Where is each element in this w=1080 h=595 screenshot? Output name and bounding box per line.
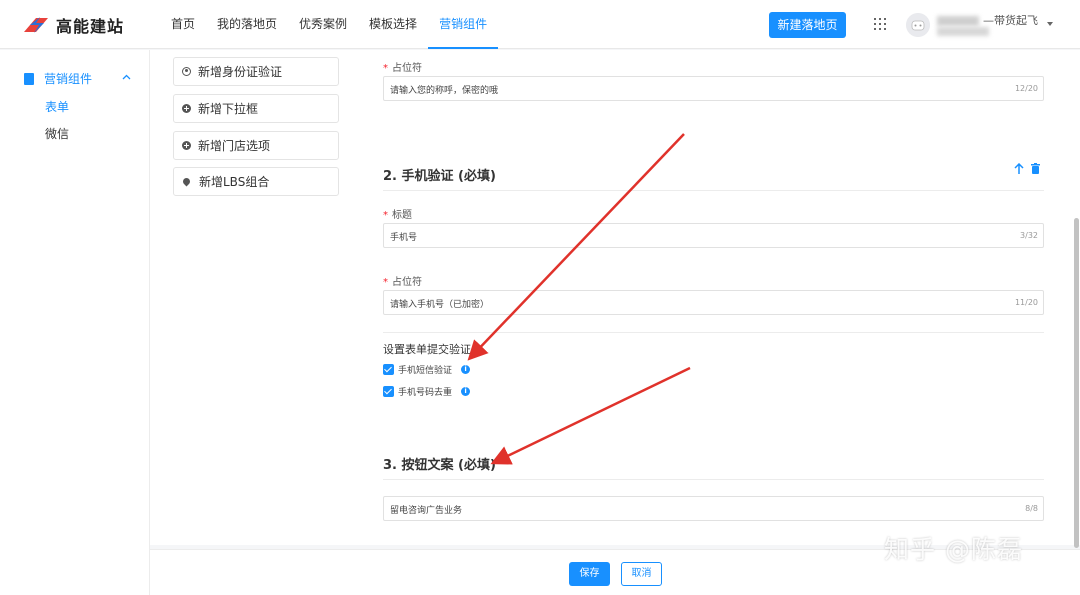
section-title-button-text: 3. 按钮文案 (必填) [383, 458, 496, 473]
char-count: 12/20 [1014, 84, 1038, 93]
required-mark: * [383, 277, 388, 288]
required-mark: * [383, 210, 388, 221]
checkbox-label: 手机短信验证 [398, 366, 453, 376]
logo-text: 高能建站 [56, 17, 125, 36]
validation-title: 设置表单提交验证 [383, 343, 471, 356]
logo[interactable]: 高能建站 [22, 13, 124, 37]
component-label: 新增LBS组合 [199, 175, 270, 189]
sms-verify-checkbox[interactable]: 手机短信验证 i [383, 363, 471, 376]
section-title-phone: 2. 手机验证 (必填) [383, 169, 496, 184]
sidebar-item-wechat[interactable]: 微信 [45, 125, 69, 142]
checkbox-checked[interactable] [383, 364, 394, 375]
input-value: 留电咨询广告业务 [390, 506, 463, 516]
form-editor: * 占位符 请输入您的称呼，保密的哦 12/20 2. 手机验证 (必填) * 标题… [362, 50, 1080, 545]
document-icon [24, 72, 34, 85]
char-count: 11/20 [1014, 298, 1038, 307]
nav-marketing-components[interactable]: 营销组件 [428, 0, 499, 49]
component-id-verify[interactable]: 新增身份证验证 [173, 57, 339, 86]
nav-cases[interactable]: 优秀案例 [288, 0, 358, 49]
phone-placeholder-input[interactable]: 请输入手机号（已加密） 11/20 [383, 290, 1044, 315]
component-store-option[interactable]: 新增门店选项 [173, 131, 339, 160]
component-label: 新增下拉框 [198, 102, 259, 116]
scrollbar[interactable] [1074, 218, 1079, 548]
plus-circle-icon [182, 104, 191, 113]
sidebar-item-form[interactable]: 表单 [45, 98, 69, 115]
user-subtext-blurred [937, 27, 989, 36]
input-value: 手机号 [390, 233, 418, 243]
phone-title-input[interactable]: 手机号 3/32 [383, 223, 1044, 248]
person-icon [182, 67, 191, 76]
component-label: 新增身份证验证 [198, 65, 283, 79]
button-text-input[interactable]: 留电咨询广告业务 8/8 [383, 496, 1044, 521]
char-count: 3/32 [1020, 231, 1038, 240]
sidebar: 营销组件 表单 微信 [0, 50, 150, 595]
phone-dedupe-checkbox[interactable]: 手机号码去重 i [383, 385, 471, 398]
input-value: 请输入手机号（已加密） [390, 300, 490, 310]
component-dropdown[interactable]: 新增下拉框 [173, 94, 339, 123]
name-placeholder-input[interactable]: 请输入您的称呼，保密的哦 12/20 [383, 76, 1044, 101]
watermark: 知乎 @陈磊 [884, 535, 1023, 564]
divider [383, 332, 1044, 333]
component-lbs[interactable]: 新增LBS组合 [173, 167, 339, 196]
save-button[interactable]: 保存 [569, 562, 610, 586]
divider [383, 479, 1044, 480]
nav-home[interactable]: 首页 [160, 0, 206, 49]
info-icon[interactable]: i [461, 365, 471, 374]
field-label: * 标题 [383, 210, 412, 221]
move-up-icon[interactable] [1014, 163, 1024, 175]
nav-templates[interactable]: 模板选择 [358, 0, 428, 49]
info-icon[interactable]: i [461, 387, 471, 396]
checkbox-label: 手机号码去重 [398, 388, 453, 398]
divider [383, 190, 1044, 191]
char-count: 8/8 [1025, 504, 1038, 513]
field-label: * 占位符 [383, 277, 422, 288]
caret-down-icon[interactable] [1047, 22, 1053, 26]
logo-icon [24, 17, 48, 33]
blurred-name [937, 16, 979, 26]
nav-my-pages[interactable]: 我的落地页 [206, 0, 288, 49]
checkbox-checked[interactable] [383, 386, 394, 397]
apps-grid-icon[interactable] [874, 18, 887, 31]
avatar[interactable] [906, 13, 930, 37]
cancel-button[interactable]: 取消 [621, 562, 662, 586]
top-header: 高能建站 首页 我的落地页 优秀案例 模板选择 营销组件 新建落地页 —带货起飞 [0, 0, 1080, 49]
new-landing-page-button[interactable]: 新建落地页 [769, 12, 846, 38]
plus-circle-icon [182, 141, 191, 150]
chevron-up-icon[interactable] [122, 74, 131, 80]
main-nav: 首页 我的落地页 优秀案例 模板选择 营销组件 [160, 0, 499, 49]
component-label: 新增门店选项 [198, 139, 271, 153]
sidebar-group-label: 营销组件 [44, 72, 93, 86]
component-panel: 新增身份证验证 新增下拉框 新增门店选项 新增LBS组合 [150, 50, 362, 545]
required-mark: * [383, 63, 388, 74]
delete-icon[interactable] [1031, 163, 1040, 174]
user-name-text: —带货起飞 [983, 14, 1038, 27]
location-pin-icon [181, 176, 192, 187]
sidebar-group-marketing[interactable]: 营销组件 [24, 70, 92, 87]
field-label: * 占位符 [383, 63, 422, 74]
user-name[interactable]: —带货起飞 [937, 12, 1038, 28]
input-value: 请输入您的称呼，保密的哦 [390, 86, 499, 96]
